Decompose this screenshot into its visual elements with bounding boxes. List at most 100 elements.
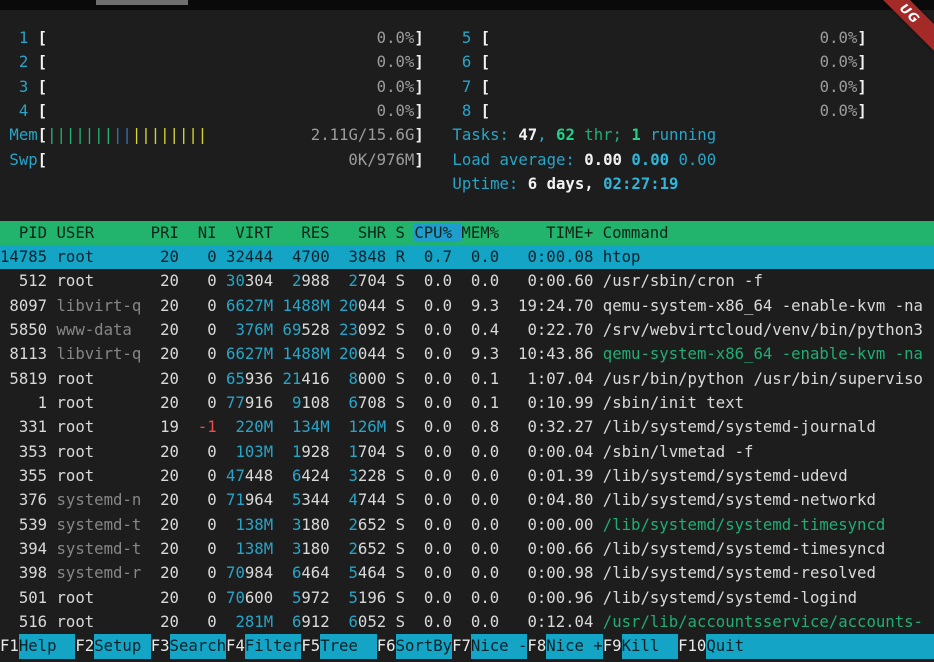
process-row[interactable]: 331 root 19 -1 220M 134M 126M S 0.0 0.8 … [0, 415, 934, 439]
fkey-f1[interactable]: F1 [0, 634, 19, 658]
fkey-f7[interactable]: F7 [452, 634, 471, 658]
meter-open-bracket: [ [38, 52, 47, 71]
process-row[interactable]: 512 root 20 0 30304 2988 2704 S 0.0 0.0 … [0, 269, 934, 293]
fkey-label-setup[interactable]: Setup [94, 634, 151, 658]
tasks-line: Tasks: 47, 62 thr; 1 running [443, 123, 867, 147]
sort-column-cpu[interactable]: CPU% [414, 223, 461, 242]
mem-size-mb: 2 [339, 539, 358, 558]
fkey-f3[interactable]: F3 [151, 634, 170, 658]
tasks-count: 47 [518, 125, 537, 144]
fkey-f10[interactable]: F10 [678, 634, 706, 658]
fkey-f4[interactable]: F4 [226, 634, 245, 658]
fkey-f5[interactable]: F5 [301, 634, 320, 658]
uptime-label: Uptime: [452, 174, 527, 193]
header-right-column: 5 [ 0.0%] 6 [ 0.0%] 7 [ 0.0%] 8 [ 0.0%] … [443, 26, 867, 196]
process-row[interactable]: 8097 libvirt-q 20 0 6627M 1488M 20044 S … [0, 294, 934, 318]
mem-size-kb: 108 [301, 393, 329, 412]
process-row[interactable]: 5850 www-data 20 0 376M 69528 23092 S 0.… [0, 318, 934, 342]
process-row[interactable]: 516 root 20 0 281M 6912 6052 S 0.0 0.0 0… [0, 610, 934, 634]
process-row[interactable]: 398 systemd-r 20 0 70984 6464 5464 S 0.0… [0, 561, 934, 585]
fkey-label-nice-[interactable]: Nice + [546, 634, 603, 658]
process-row[interactable]: 539 systemd-t 20 0 138M 3180 2652 S 0.0 … [0, 513, 934, 537]
pid-cell: 8113 [0, 344, 47, 363]
swp-meter: Swp[ 0K/976M] [0, 148, 424, 172]
fkey-label-nice-[interactable]: Nice - [471, 634, 528, 658]
cpu-percent-cell: 0.0 [414, 442, 452, 461]
mem-size-value: 126M [339, 417, 386, 436]
command-cell: htop [603, 247, 641, 266]
function-key-bar: F1Help F2Setup F3SearchF4FilterF5Tree F6… [0, 634, 934, 658]
fkey-label-search[interactable]: Search [170, 634, 227, 658]
priority-cell: 20 [151, 563, 179, 582]
pid-cell: 5850 [0, 320, 47, 339]
command-cell: /lib/systemd/systemd-journald [603, 417, 876, 436]
fkey-label-quit[interactable]: Quit [706, 634, 763, 658]
fkey-f2[interactable]: F2 [75, 634, 94, 658]
nice-cell: 0 [188, 612, 216, 631]
time-cell: 0:00.66 [509, 539, 594, 558]
mem-size-kb: 196 [358, 588, 386, 607]
fkey-f8[interactable]: F8 [527, 634, 546, 658]
mem-size-mb: 2 [283, 271, 302, 290]
process-row[interactable]: 1 root 20 0 77916 9108 6708 S 0.0 0.1 0:… [0, 391, 934, 415]
fkey-label-kill[interactable]: Kill [622, 634, 679, 658]
process-row[interactable]: 5819 root 20 0 65936 21416 8000 S 0.0 0.… [0, 367, 934, 391]
cpu-percent-cell: 0.0 [414, 466, 452, 485]
mem-size-value: 281M [226, 612, 273, 631]
state-cell: S [396, 490, 405, 509]
pid-cell: 5819 [0, 369, 47, 388]
pid-cell: 512 [0, 271, 47, 290]
process-row[interactable]: 376 systemd-n 20 0 71964 5344 4744 S 0.0… [0, 488, 934, 512]
fkey-label-help[interactable]: Help [19, 634, 76, 658]
process-row[interactable]: 14785 root 20 0 32444 4700 3848 R 0.7 0.… [0, 245, 934, 269]
swp-value: 0K/976M [47, 150, 414, 169]
priority-cell: 20 [151, 490, 179, 509]
meter-close-bracket: ] [414, 52, 423, 71]
fkey-label-tree[interactable]: Tree [320, 634, 377, 658]
fkey-f9[interactable]: F9 [603, 634, 622, 658]
cpu-meter-5: 5 [ 0.0%] [443, 26, 867, 50]
mem-size-mb: 23 [339, 320, 358, 339]
mem-size-value: 1488M [283, 296, 330, 315]
mem-percent-cell: 0.0 [462, 612, 500, 631]
state-cell: S [396, 393, 405, 412]
meter-close-bracket: ] [414, 150, 423, 169]
fkey-f6[interactable]: F6 [377, 634, 396, 658]
cpu-meter-5-label: 5 [452, 28, 480, 47]
user-cell: root [57, 588, 142, 607]
mem-size-kb: 936 [245, 369, 273, 388]
user-cell: systemd-t [57, 515, 142, 534]
user-cell: systemd-t [57, 539, 142, 558]
mem-size-value: 103M [226, 442, 273, 461]
mem-size-mb: 1 [283, 442, 302, 461]
fkey-label-sortby[interactable]: SortBy [396, 634, 453, 658]
time-cell: 0:00.60 [509, 271, 594, 290]
pid-cell: 516 [0, 612, 47, 631]
mem-size-mb: 21 [283, 369, 302, 388]
fkey-label-filter[interactable]: Filter [245, 634, 302, 658]
user-cell: root [57, 442, 142, 461]
cpu-meter-4-label: 4 [9, 101, 37, 120]
process-row[interactable]: 394 systemd-t 20 0 138M 3180 2652 S 0.0 … [0, 537, 934, 561]
meter-close-bracket: ] [857, 101, 866, 120]
mem-size-kb: 912 [301, 612, 329, 631]
cpu-meter-4: 4 [ 0.0%] [0, 99, 424, 123]
process-row[interactable]: 353 root 20 0 103M 1928 1704 S 0.0 0.0 0… [0, 440, 934, 464]
user-cell: root [57, 417, 142, 436]
meter-close-bracket: ] [414, 125, 423, 144]
mem-size-kb: 344 [301, 490, 329, 509]
process-row[interactable]: 8113 libvirt-q 20 0 6627M 1488M 20044 S … [0, 342, 934, 366]
process-row[interactable]: 501 root 20 0 70600 5972 5196 S 0.0 0.0 … [0, 586, 934, 610]
user-cell: root [57, 466, 142, 485]
load-label: Load average: [452, 150, 584, 169]
state-cell: S [396, 296, 405, 315]
process-row[interactable]: 355 root 20 0 47448 6424 3228 S 0.0 0.0 … [0, 464, 934, 488]
mem-size-kb: 708 [358, 393, 386, 412]
mem-size-kb: 052 [358, 612, 386, 631]
running-label: running [641, 125, 716, 144]
table-header[interactable]: PID USER PRI NI VIRT RES SHR S CPU% MEM%… [0, 221, 934, 245]
cpu-meter-2-label: 2 [9, 52, 37, 71]
mem-percent-cell: 0.0 [462, 588, 500, 607]
cpu-meter-3: 3 [ 0.0%] [0, 75, 424, 99]
uptime-days: 6 days, [528, 174, 603, 193]
